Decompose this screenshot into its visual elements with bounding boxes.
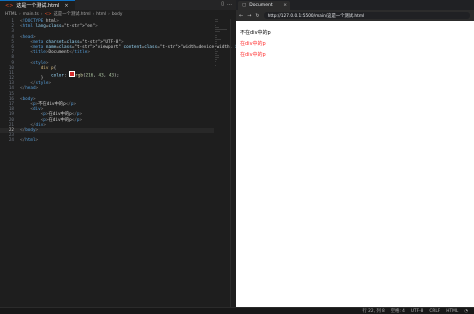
close-icon[interactable]: × bbox=[283, 3, 287, 8]
editor-tabbar: <> 这是一个测试.html × ▯ … bbox=[0, 0, 236, 10]
status-bar: 行 22, 列 8 空格: 4 UTF-8 CRLF HTML ◔ bbox=[0, 307, 474, 314]
browser-tabbar: ▢ Document × bbox=[236, 0, 474, 10]
browser-tab-title: Document bbox=[249, 3, 273, 8]
html5-icon: <> bbox=[44, 11, 52, 17]
chevron-right-icon: › bbox=[108, 11, 110, 17]
cursor-position[interactable]: 行 22, 列 8 bbox=[362, 308, 384, 314]
minimap-line bbox=[215, 61, 217, 62]
minimap-line bbox=[215, 29, 227, 30]
page-viewport: 不在div中的p 在div中的p 在div中的p bbox=[236, 21, 474, 307]
inner-paragraph: 在div中的p bbox=[240, 52, 266, 58]
chevron-right-icon: › bbox=[18, 11, 21, 17]
breadcrumb-item[interactable]: main.ts bbox=[23, 12, 39, 17]
reload-icon[interactable]: ↻ bbox=[255, 13, 259, 19]
line-number: 24 bbox=[8, 138, 14, 144]
minimap[interactable] bbox=[214, 19, 228, 89]
minimap-line bbox=[215, 53, 217, 54]
address-bar[interactable]: http://127.0.0.1:5500/main/这是一个测试.html bbox=[263, 12, 470, 19]
minimap-line bbox=[215, 37, 218, 38]
forward-icon[interactable]: → bbox=[247, 13, 251, 19]
html5-icon: <> bbox=[5, 2, 14, 9]
notification-icon[interactable]: ◔ bbox=[464, 309, 468, 314]
close-icon[interactable]: × bbox=[64, 3, 68, 9]
address-text: http://127.0.0.1:5500/main/这是一个测试.html bbox=[267, 13, 365, 19]
minimap-line bbox=[215, 19, 218, 20]
minimap-line bbox=[215, 65, 217, 66]
code-line[interactable]: 24 </html> bbox=[0, 138, 214, 143]
minimap-line bbox=[215, 25, 216, 26]
page-icon: ▢ bbox=[242, 3, 247, 8]
breadcrumb-item[interactable]: html bbox=[96, 12, 106, 17]
code-editor[interactable]: <> 这是一个测试.html × ▯ … HTML › main.ts › <>… bbox=[0, 0, 284, 314]
minimap-line bbox=[215, 35, 217, 36]
split-editor-icon[interactable]: ▯ bbox=[221, 1, 224, 7]
editor-scrollbar[interactable] bbox=[230, 19, 235, 314]
line-ending[interactable]: CRLF bbox=[429, 309, 440, 314]
minimap-line bbox=[215, 31, 220, 32]
minimap-line bbox=[215, 55, 219, 56]
outer-paragraph: 不在div中的p bbox=[240, 30, 271, 36]
minimap-line bbox=[215, 59, 217, 60]
breadcrumb-item[interactable]: body bbox=[112, 12, 123, 17]
editor-actions: ▯ … bbox=[221, 1, 232, 7]
code-text: </html> bbox=[20, 138, 39, 144]
more-actions-icon[interactable]: … bbox=[227, 1, 232, 7]
breadcrumb: HTML › main.ts › <> 这是一个测试.html › html ›… bbox=[0, 10, 236, 18]
browser-tab[interactable]: ▢ Document × bbox=[238, 1, 290, 10]
browser-window: ▢ Document × ← → ↻ http://127.0.0.1:5500… bbox=[236, 0, 474, 314]
minimap-line bbox=[215, 45, 217, 46]
code-area[interactable]: 1 <!DOCTYPE html> 2 <html lang=class="t-str… bbox=[0, 19, 284, 144]
minimap-line bbox=[215, 43, 217, 44]
indentation[interactable]: 空格: 4 bbox=[391, 308, 405, 314]
encoding[interactable]: UTF-8 bbox=[411, 309, 424, 314]
minimap-line bbox=[215, 57, 219, 58]
minimap-line bbox=[215, 27, 220, 28]
chevron-right-icon: › bbox=[40, 11, 43, 17]
breadcrumb-item[interactable]: 这是一个测试.html bbox=[54, 11, 91, 17]
editor-tab-label: 这是一个测试.html bbox=[16, 3, 60, 9]
browser-toolbar: ← → ↻ http://127.0.0.1:5500/main/这是一个测试.… bbox=[236, 10, 474, 21]
minimap-line bbox=[215, 49, 216, 50]
breadcrumb-item[interactable]: HTML bbox=[5, 12, 17, 17]
editor-tab[interactable]: <> 这是一个测试.html × bbox=[0, 0, 75, 10]
minimap-line bbox=[215, 21, 218, 22]
minimap-line bbox=[215, 51, 219, 52]
minimap-line bbox=[215, 39, 221, 40]
inner-paragraph: 在div中的p bbox=[240, 41, 266, 47]
back-icon[interactable]: ← bbox=[239, 13, 243, 19]
language-mode[interactable]: HTML bbox=[446, 309, 458, 314]
minimap-line bbox=[215, 41, 217, 42]
chevron-right-icon: › bbox=[92, 11, 95, 17]
